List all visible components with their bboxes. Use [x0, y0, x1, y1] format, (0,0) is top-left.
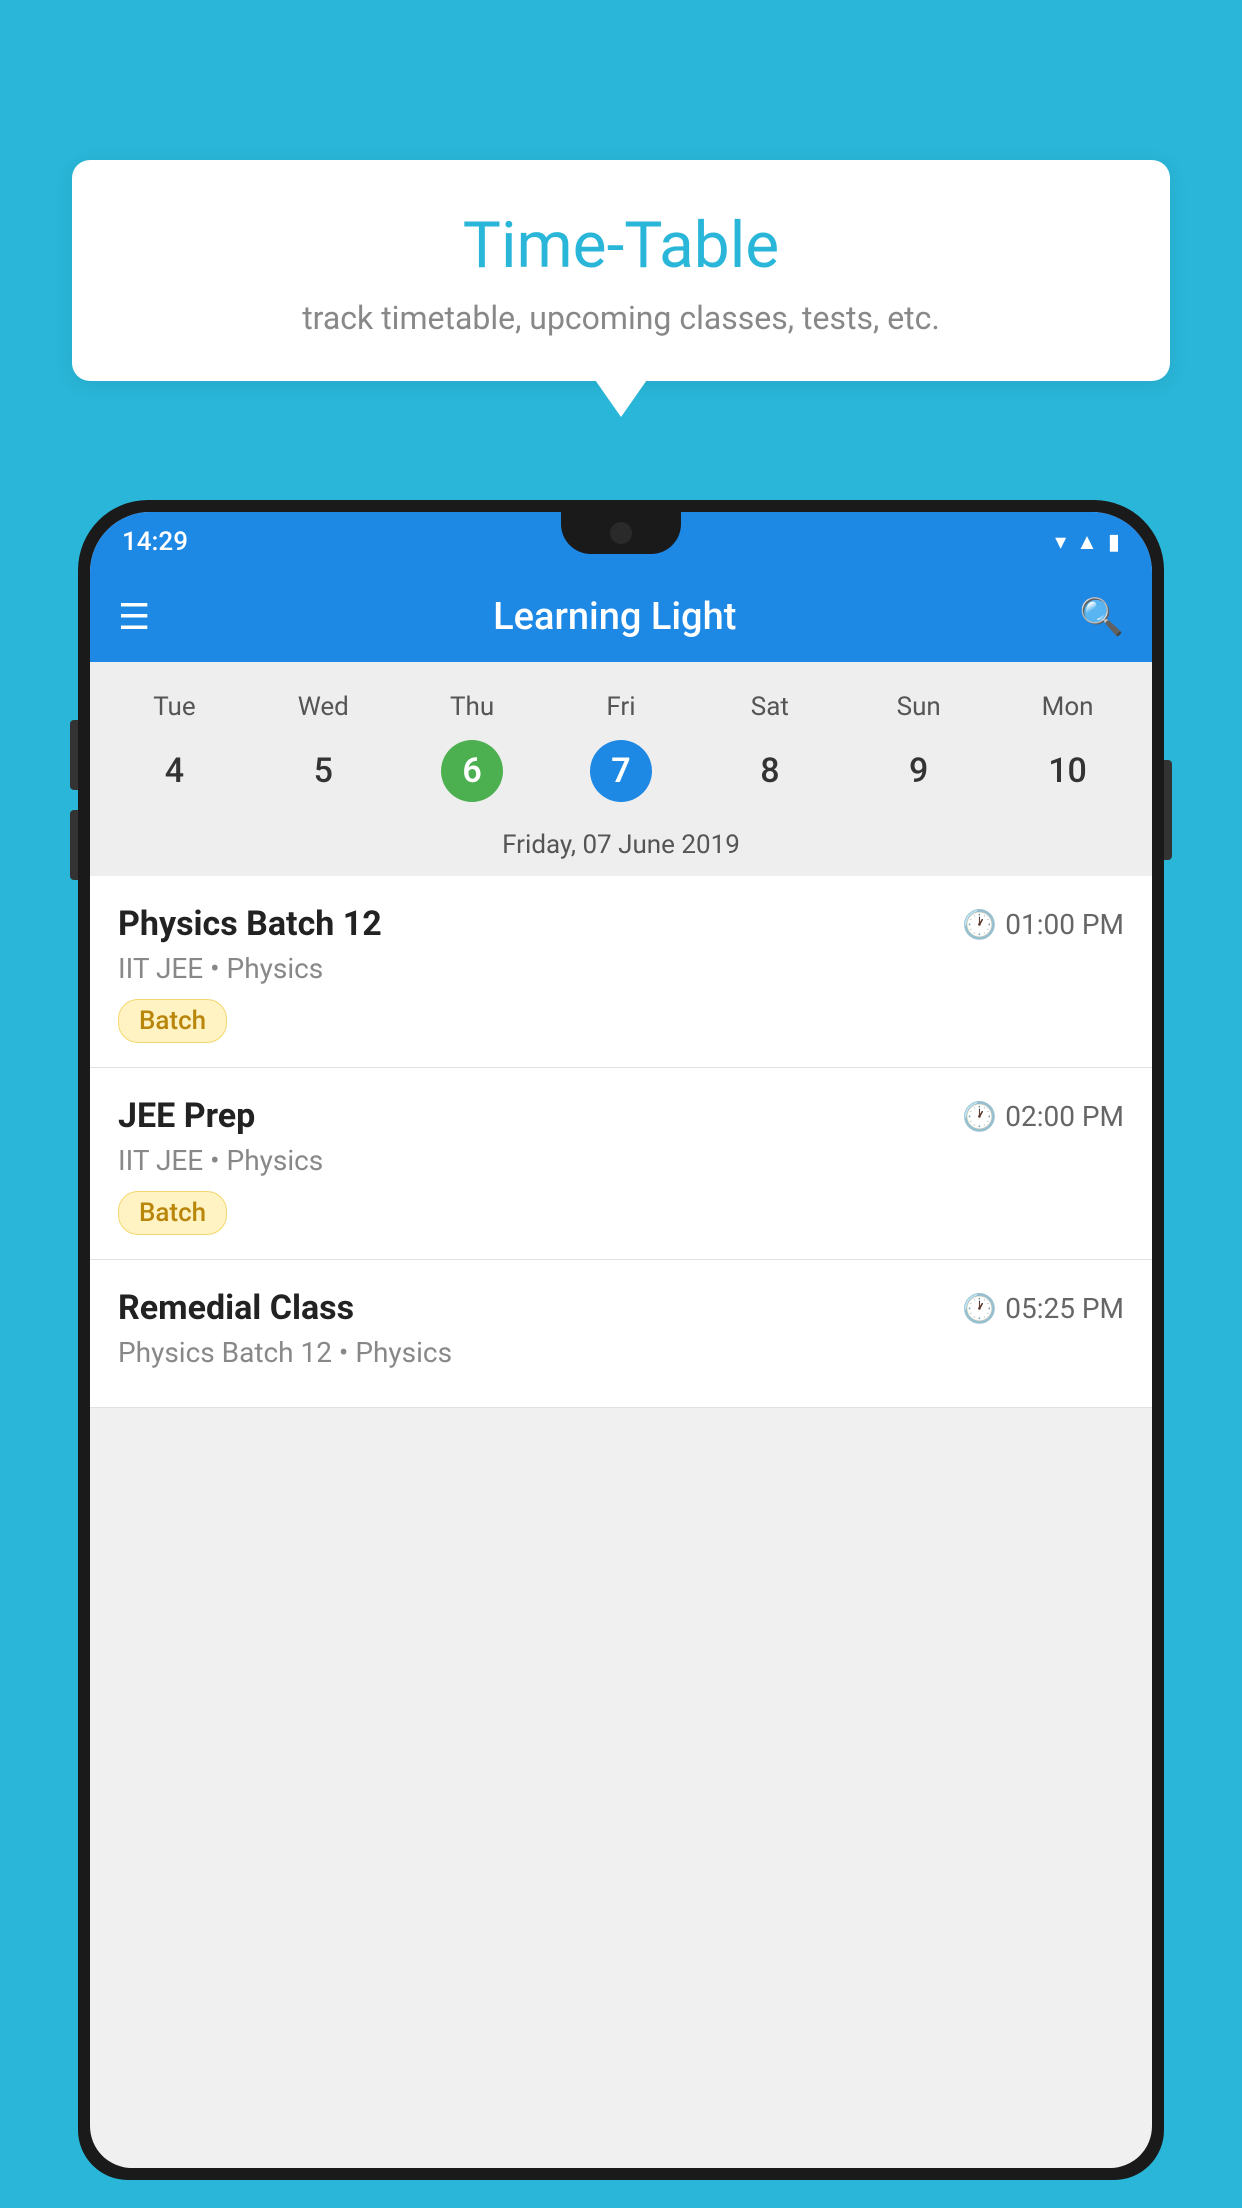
clock-icon-1: 🕐 [962, 908, 997, 941]
date-10[interactable]: 10 [993, 732, 1142, 810]
schedule-item-1-time: 🕐 01:00 PM [962, 908, 1124, 941]
date-7[interactable]: 7 [547, 732, 696, 810]
schedule-item-jee-prep[interactable]: JEE Prep 🕐 02:00 PM IIT JEE • Physics Ba… [90, 1068, 1152, 1260]
date-6[interactable]: 6 [398, 732, 547, 810]
schedule-item-3-sub: Physics Batch 12 • Physics [118, 1336, 1124, 1369]
day-thu: Thu [398, 682, 547, 732]
day-sat: Sat [695, 682, 844, 732]
status-time: 14:29 [122, 527, 188, 557]
selected-date-label: Friday, 07 June 2019 [90, 820, 1152, 876]
batch-tag-2: Batch [118, 1191, 227, 1235]
tooltip-subtitle: track timetable, upcoming classes, tests… [112, 299, 1130, 337]
day-wed: Wed [249, 682, 398, 732]
tooltip-title: Time-Table [112, 208, 1130, 283]
power-button [1164, 760, 1172, 860]
app-bar: ☰ Learning Light 🔍 [90, 572, 1152, 662]
schedule-item-2-time: 🕐 02:00 PM [962, 1100, 1124, 1133]
date-8[interactable]: 8 [695, 732, 844, 810]
date-5[interactable]: 5 [249, 732, 398, 810]
schedule-item-3-title: Remedial Class [118, 1288, 354, 1328]
batch-tag-1: Batch [118, 999, 227, 1043]
search-icon[interactable]: 🔍 [1079, 596, 1124, 638]
schedule-item-3-header: Remedial Class 🕐 05:25 PM [118, 1288, 1124, 1328]
wifi-icon: ▾ [1055, 530, 1066, 555]
phone-notch [561, 512, 681, 554]
date-today-circle: 6 [441, 740, 503, 802]
schedule-item-physics-batch[interactable]: Physics Batch 12 🕐 01:00 PM IIT JEE • Ph… [90, 876, 1152, 1068]
status-icons: ▾ ▲ ▮ [1055, 529, 1120, 555]
schedule-item-3-time: 🕐 05:25 PM [962, 1292, 1124, 1325]
schedule-item-2-title: JEE Prep [118, 1096, 255, 1136]
hamburger-menu-icon[interactable]: ☰ [118, 599, 150, 635]
volume-up-button [70, 720, 78, 790]
schedule-list: Physics Batch 12 🕐 01:00 PM IIT JEE • Ph… [90, 876, 1152, 1408]
tooltip-bubble: Time-Table track timetable, upcoming cla… [72, 160, 1170, 381]
front-camera [610, 522, 632, 544]
day-tue: Tue [100, 682, 249, 732]
phone-mockup: 14:29 ▾ ▲ ▮ ☰ Learning Light 🔍 Tue Wed T… [78, 500, 1164, 2208]
schedule-item-2-sub: IIT JEE • Physics [118, 1144, 1124, 1177]
date-selected-circle: 7 [590, 740, 652, 802]
clock-icon-2: 🕐 [962, 1100, 997, 1133]
day-sun: Sun [844, 682, 993, 732]
signal-icon: ▲ [1076, 529, 1098, 555]
date-9[interactable]: 9 [844, 732, 993, 810]
calendar-section: Tue Wed Thu Fri Sat Sun Mon 4 5 6 7 [90, 662, 1152, 876]
dates-row: 4 5 6 7 8 9 10 [90, 732, 1152, 820]
schedule-item-2-header: JEE Prep 🕐 02:00 PM [118, 1096, 1124, 1136]
phone-outer: 14:29 ▾ ▲ ▮ ☰ Learning Light 🔍 Tue Wed T… [78, 500, 1164, 2180]
schedule-item-1-sub: IIT JEE • Physics [118, 952, 1124, 985]
days-header: Tue Wed Thu Fri Sat Sun Mon [90, 672, 1152, 732]
tooltip-container: Time-Table track timetable, upcoming cla… [72, 160, 1170, 381]
schedule-item-1-header: Physics Batch 12 🕐 01:00 PM [118, 904, 1124, 944]
app-title: Learning Light [174, 595, 1055, 639]
volume-down-button [70, 810, 78, 880]
schedule-item-1-title: Physics Batch 12 [118, 904, 382, 944]
date-4[interactable]: 4 [100, 732, 249, 810]
phone-screen: 14:29 ▾ ▲ ▮ ☰ Learning Light 🔍 Tue Wed T… [90, 512, 1152, 2168]
clock-icon-3: 🕐 [962, 1292, 997, 1325]
schedule-item-remedial[interactable]: Remedial Class 🕐 05:25 PM Physics Batch … [90, 1260, 1152, 1408]
day-mon: Mon [993, 682, 1142, 732]
battery-icon: ▮ [1108, 530, 1120, 555]
day-fri: Fri [547, 682, 696, 732]
